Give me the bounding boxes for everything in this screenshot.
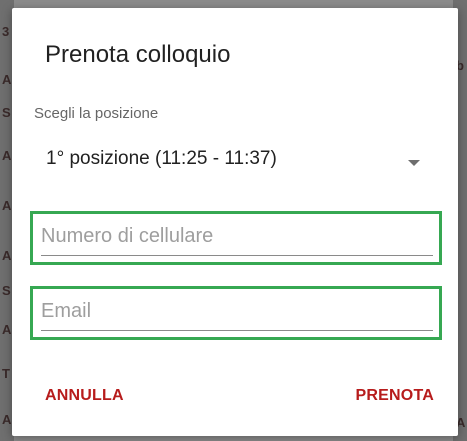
cancel-button[interactable]: ANNULLA [45,383,124,409]
backdrop-glyph: 3 [2,24,10,39]
backdrop-glyph: A [2,412,12,427]
email-input[interactable] [41,296,433,326]
phone-underline [41,255,433,256]
position-select[interactable]: 1° posizione (11:25 - 11:37) [34,140,434,184]
book-button[interactable]: PRENOTA [356,383,434,409]
backdrop-glyph: A [2,148,12,163]
backdrop-glyph: S [2,105,11,120]
backdrop-glyph: A [2,248,12,263]
email-field-highlight [30,286,442,340]
phone-field-highlight [30,211,442,265]
email-underline [41,330,433,331]
backdrop-glyph: S [2,283,11,298]
backdrop-glyph: A [2,198,12,213]
booking-dialog: Prenota colloquio Scegli la posizione 1°… [12,8,458,436]
backdrop-glyph: A [2,322,12,337]
backdrop-glyph: A [2,72,12,87]
phone-input[interactable] [41,221,433,251]
backdrop-glyph: T [2,366,10,381]
position-label: Scegli la posizione [34,105,159,122]
position-select-value: 1° posizione (11:25 - 11:37) [46,148,277,169]
dialog-title: Prenota colloquio [45,41,231,68]
dropdown-arrow-icon [408,160,420,166]
